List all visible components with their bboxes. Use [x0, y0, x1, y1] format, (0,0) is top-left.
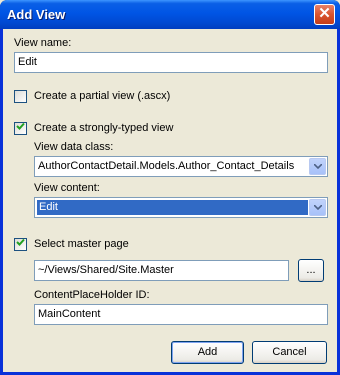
- dialog-title: Add View: [7, 7, 66, 22]
- view-data-class-select[interactable]: AuthorContactDetail.Models.Author_Contac…: [34, 156, 328, 177]
- strongly-typed-label[interactable]: Create a strongly-typed view: [34, 122, 173, 134]
- add-view-dialog: Add View ✕ View name: Edit Create a part…: [0, 0, 340, 375]
- view-content-select[interactable]: Edit: [34, 197, 328, 218]
- content-placeholder-label: ContentPlaceHolder ID:: [34, 289, 150, 301]
- view-data-class-value: AuthorContactDetail.Models.Author_Contac…: [38, 160, 295, 172]
- view-name-input[interactable]: Edit: [14, 52, 328, 73]
- title-bar[interactable]: Add View ✕: [0, 0, 340, 29]
- checkmark-icon: [16, 122, 25, 130]
- master-page-path-input[interactable]: ~/Views/Shared/Site.Master: [34, 260, 289, 281]
- partial-view-label[interactable]: Create a partial view (.ascx): [34, 90, 170, 102]
- view-name-label: View name:: [14, 37, 72, 49]
- browse-button[interactable]: ...: [298, 259, 324, 282]
- view-data-class-label: View data class:: [34, 141, 114, 153]
- master-page-label[interactable]: Select master page: [34, 238, 129, 250]
- view-content-label: View content:: [34, 182, 100, 194]
- partial-view-checkbox[interactable]: [14, 90, 27, 103]
- chevron-down-icon[interactable]: [309, 199, 326, 216]
- master-page-checkbox[interactable]: [14, 238, 27, 251]
- add-button[interactable]: Add: [171, 341, 244, 364]
- chevron-down-icon[interactable]: [309, 158, 326, 175]
- checkmark-icon: [16, 238, 25, 246]
- strongly-typed-checkbox[interactable]: [14, 122, 27, 135]
- close-icon[interactable]: ✕: [314, 4, 335, 25]
- dialog-body: View name: Edit Create a partial view (.…: [3, 29, 337, 372]
- view-content-value: Edit: [37, 200, 308, 215]
- content-placeholder-input[interactable]: MainContent: [34, 304, 328, 325]
- cancel-button[interactable]: Cancel: [252, 341, 327, 364]
